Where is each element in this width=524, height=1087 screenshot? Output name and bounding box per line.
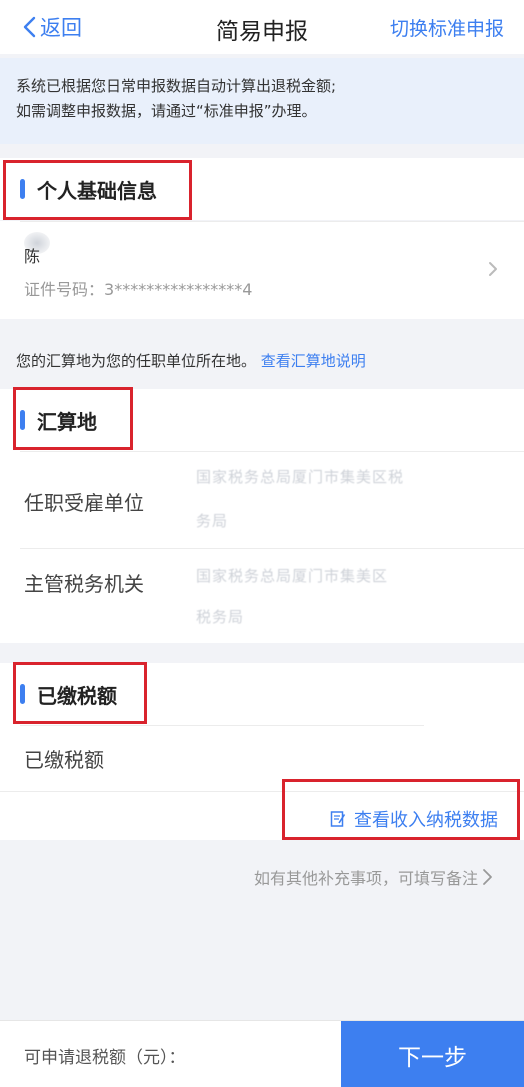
person-name: 陈 <box>24 247 41 266</box>
settlement-explain-link[interactable]: 查看汇算地说明 <box>261 352 366 370</box>
hint-text: 您的汇算地为您的任职单位所在地。 <box>16 352 257 370</box>
tax-authority-label: 主管税务机关 <box>24 572 144 596</box>
section-settlement: 汇算地 <box>0 389 524 451</box>
nav-bar: 返回 简易申报 切换标准申报 <box>0 0 524 54</box>
switch-standard-button[interactable]: 切换标准申报 <box>390 14 504 41</box>
notice-banner: 系统已根据您日常申报数据自动计算出退税金额; 如需调整申报数据，请通过“标准申报… <box>0 58 524 144</box>
chevron-right-icon <box>483 869 492 885</box>
back-label: 返回 <box>40 16 82 40</box>
remark-link[interactable]: 如有其他补充事项，可填写备注 <box>254 865 494 889</box>
tax-authority-value-2: 税务局 <box>196 608 245 626</box>
bottom-bar: 可申请退税额（元）： 下一步 <box>0 1020 524 1087</box>
section-marker <box>20 684 25 704</box>
back-button[interactable]: 返回 <box>22 12 82 42</box>
refund-amount-label: 可申请退税额（元）： <box>24 1048 186 1068</box>
notice-line-1: 系统已根据您日常申报数据自动计算出退税金额; <box>16 77 337 95</box>
notice-line-2: 如需调整申报数据，请通过“标准申报”办理。 <box>16 102 317 120</box>
divider <box>20 451 524 452</box>
id-number: 证件号码：3****************4 <box>24 276 252 300</box>
id-label: 证件号码： <box>24 280 105 299</box>
section-title: 已缴税额 <box>37 683 117 708</box>
id-value: 3****************4 <box>104 280 253 299</box>
view-data-label: 查看收入纳税数据 <box>354 810 498 831</box>
next-step-button[interactable]: 下一步 <box>341 1021 524 1087</box>
chevron-left-icon <box>23 16 36 38</box>
view-income-tax-data-link[interactable]: 查看收入纳税数据 <box>330 806 498 832</box>
section-title: 个人基础信息 <box>37 178 157 203</box>
section-personal-info: 个人基础信息 <box>0 158 524 220</box>
employer-label: 任职受雇单位 <box>24 491 144 515</box>
divider <box>20 221 524 222</box>
tax-authority-value-1: 国家税务总局厦门市集美区 <box>196 567 389 585</box>
chevron-right-icon <box>489 262 497 276</box>
remark-label: 如有其他补充事项，可填写备注 <box>253 869 478 888</box>
employer-value-2: 务局 <box>196 512 229 530</box>
edit-note-icon <box>330 811 346 827</box>
section-tax-paid: 已缴税额 <box>0 663 524 725</box>
section-marker <box>20 410 25 430</box>
divider <box>20 548 524 549</box>
settlement-hint: 您的汇算地为您的任职单位所在地。 查看汇算地说明 <box>16 350 366 371</box>
tax-paid-label: 已缴税额 <box>24 748 104 772</box>
employer-value-1: 国家税务总局厦门市集美区税 <box>196 468 405 486</box>
section-title: 汇算地 <box>37 409 97 434</box>
section-marker <box>20 179 25 199</box>
divider <box>20 725 424 726</box>
personal-info-row[interactable] <box>0 221 524 319</box>
